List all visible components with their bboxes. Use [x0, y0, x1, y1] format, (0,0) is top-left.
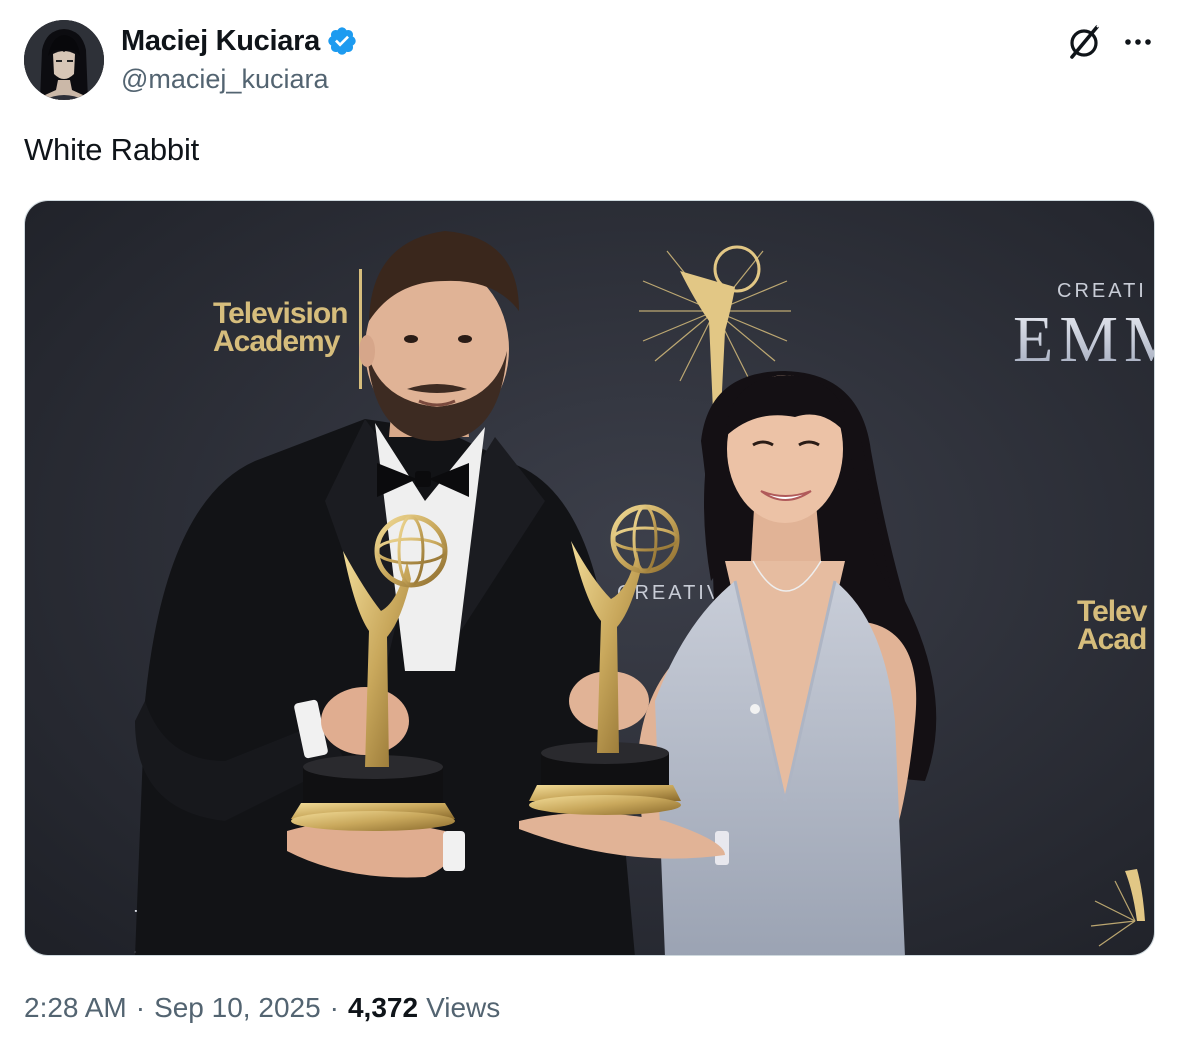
- display-name[interactable]: Maciej Kuciara: [121, 25, 320, 58]
- avatar[interactable]: [24, 20, 104, 100]
- tweet-time[interactable]: 2:28 AM: [24, 992, 127, 1024]
- tweet-date[interactable]: Sep 10, 2025: [154, 992, 321, 1024]
- backdrop-text-creative-top: CREATI: [1057, 280, 1147, 302]
- views-label: Views: [426, 992, 501, 1023]
- grok-icon[interactable]: [1064, 22, 1104, 62]
- tweet-photo[interactable]: Television Academy CREATI EM Telev Acad …: [24, 200, 1155, 956]
- user-handle[interactable]: @maciej_kuciara: [121, 64, 358, 95]
- more-options-icon[interactable]: [1120, 26, 1156, 58]
- meta-separator: ·: [135, 992, 146, 1023]
- photo-illustration: Television Academy CREATI EM Telev Acad …: [25, 201, 1155, 955]
- user-info: Maciej Kuciara @maciej_kuciara: [121, 24, 358, 95]
- meta-separator: ·: [329, 992, 339, 1023]
- backdrop-text-emmy-top: EMM: [1013, 303, 1155, 376]
- tweet-card: Maciej Kuciara @maciej_kuciara White Rab…: [0, 0, 1186, 1048]
- backdrop-text-academy-right-2: Acad: [1077, 623, 1146, 656]
- tweet-metadata: 2:28 AM · Sep 10, 2025 · 4,372 Views: [24, 992, 500, 1024]
- tweet-text: White Rabbit: [24, 132, 200, 167]
- backdrop-text-academy-2: Academy: [213, 325, 341, 358]
- views-count: 4,372: [347, 992, 419, 1023]
- name-row: Maciej Kuciara: [121, 24, 358, 58]
- verified-badge-icon[interactable]: [326, 25, 358, 57]
- avatar-illustration-icon: [24, 20, 104, 100]
